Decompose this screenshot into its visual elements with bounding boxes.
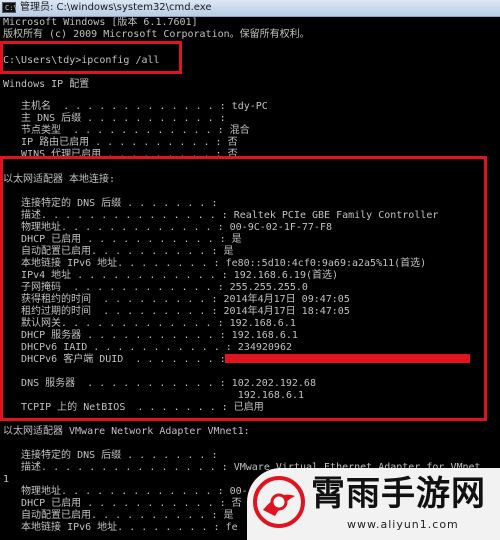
watermark-url: www.aliyun1.com bbox=[347, 518, 459, 531]
cmd-icon-glyph: C:\ bbox=[5, 4, 18, 12]
watermark-brand: 霄雨手游网 bbox=[311, 474, 486, 514]
console-line: 连接特定的 DNS 后缀 . . . . . . . : bbox=[3, 198, 218, 209]
console-line: DHCP 服务器 . . . . . . . . . . . : 192.168… bbox=[3, 330, 298, 341]
console-line: DHCP 已启用 . . . . . . . . . . . : 是 bbox=[3, 234, 242, 245]
console-line: 物理地址. . . . . . . . . . . . . : 00- bbox=[3, 486, 248, 497]
console-line: 子网掩码 . . . . . . . . . . . . : 255.255.2… bbox=[3, 282, 308, 293]
console-line: WINS 代理已启用 . . . . . . . . . : 否 bbox=[3, 149, 238, 160]
console-line: 物理地址. . . . . . . . . . . . . : 00-9C-02… bbox=[3, 222, 332, 233]
console-line: 192.168.6.1 bbox=[3, 390, 305, 401]
console-line: 以太网适配器 本地连接: bbox=[3, 174, 116, 185]
console-line: TCPIP 上的 NetBIOS . . . . . . . : 已启用 bbox=[3, 402, 264, 413]
console-line: Microsoft Windows [版本 6.1.7601] bbox=[3, 17, 198, 28]
command-line: C:\Users\tdy>ipconfig /all bbox=[3, 55, 160, 66]
console-line: 版权所有 (c) 2009 Microsoft Corporation。保留所有… bbox=[3, 29, 310, 40]
console-line: 主 DNS 后缀 . . . . . . . . . . . : bbox=[3, 113, 226, 124]
console-line: IP 路由已启用 . . . . . . . . . . : 否 bbox=[3, 137, 238, 148]
console-line: 1 bbox=[3, 474, 10, 485]
console-line: 本地链接 IPv6 地址. . . . . . . . : fe80::5d10… bbox=[3, 258, 427, 269]
console-line: 以太网适配器 VMware Network Adapter VMnet1: bbox=[3, 426, 250, 437]
console-line: 描述. . . . . . . . . . . . . . . : Realte… bbox=[3, 210, 439, 221]
console-line: 自动配置已启用. . . . . . . . . . : 是 bbox=[3, 246, 234, 257]
window-titlebar[interactable]: C:\ 管理员: C:\windows\system32\cmd.exe bbox=[0, 0, 500, 17]
console-line: 默认网关. . . . . . . . . . . . . : 192.168.… bbox=[3, 318, 296, 329]
console-line: DHCPv6 客户端 DUID . . . . . . . : bbox=[3, 354, 226, 365]
console-line: IPv4 地址 . . . . . . . . . . . . : 192.16… bbox=[3, 270, 339, 281]
watermark-logo-icon bbox=[253, 476, 305, 528]
console-line: 本地链接 IPv6 地址. . . . . . . . : fe bbox=[3, 522, 238, 533]
console-line: DHCP 已启用 . . . . . . . . . . . : 否 bbox=[3, 498, 242, 509]
console-output[interactable]: Microsoft Windows [版本 6.1.7601] 版权所有 (c)… bbox=[0, 17, 500, 540]
console-line: Windows IP 配置 bbox=[3, 79, 90, 90]
console-line: 获得租约的时间 . . . . . . . . . : 2014年4月17日 0… bbox=[3, 294, 350, 305]
console-line: 主机名 . . . . . . . . . . . . . : tdy-PC bbox=[3, 101, 268, 112]
console-line: 连接特定的 DNS 后缀 . . . . . . . : bbox=[3, 450, 218, 461]
cmd-icon: C:\ bbox=[2, 2, 18, 13]
window-title: 管理员: C:\windows\system32\cmd.exe bbox=[20, 2, 212, 13]
console-line: 自动配置已启用. . . . . . . . . . : 是 bbox=[3, 510, 234, 521]
console-line: DNS 服务器 . . . . . . . . . . . : 102.202.… bbox=[3, 378, 316, 389]
console-line: 节点类型 . . . . . . . . . . . . : 混合 bbox=[3, 125, 250, 136]
console-line: 租约过期的时间 . . . . . . . . . : 2014年4月17日 1… bbox=[3, 306, 350, 317]
duid-redaction-bar bbox=[225, 354, 470, 363]
watermark: 霄雨手游网 www.aliyun1.com bbox=[247, 468, 500, 540]
console-scrollbar[interactable] bbox=[494, 17, 500, 540]
console-line: DHCPv6 IAID . . . . . . . . . . . : 2349… bbox=[3, 342, 292, 353]
